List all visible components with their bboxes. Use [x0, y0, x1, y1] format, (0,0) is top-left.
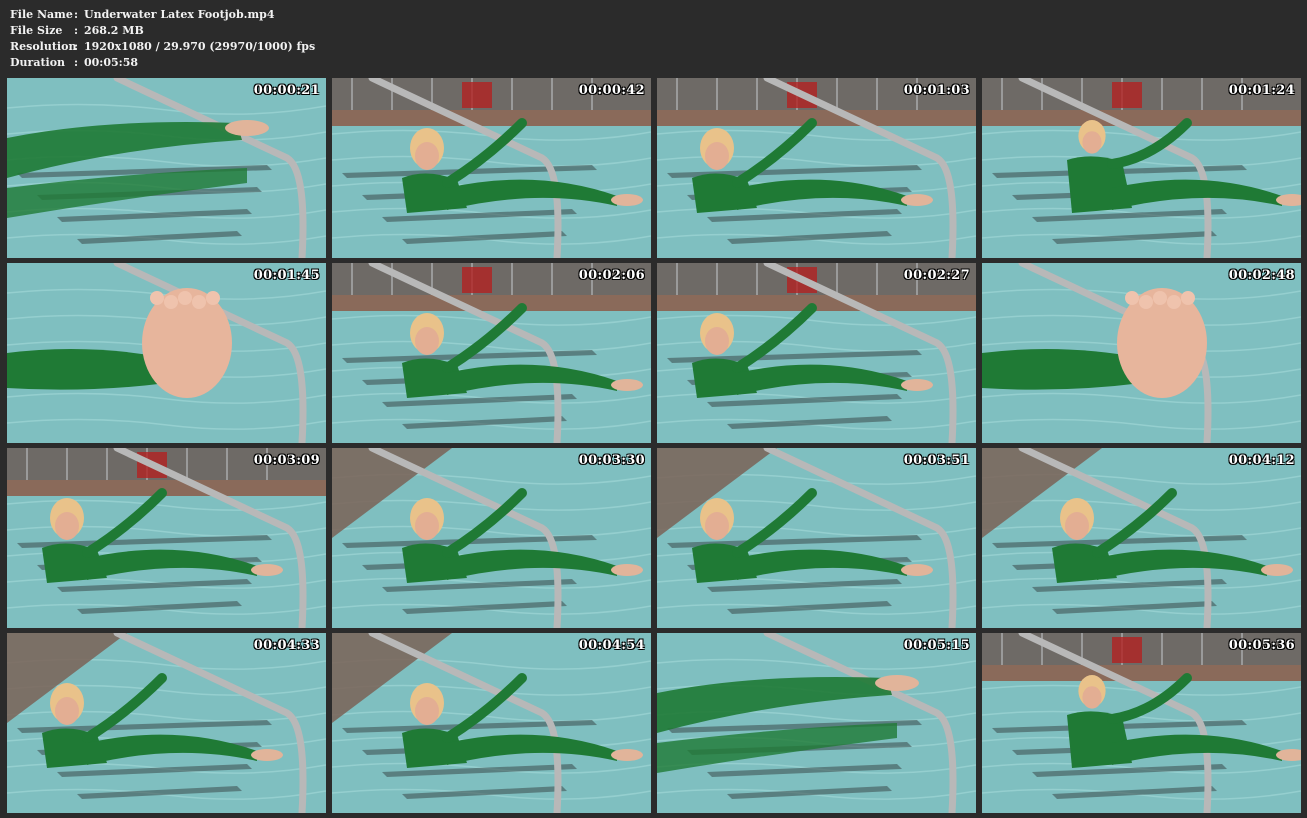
thumbnail-frame-image: [7, 633, 326, 813]
thumbnail-timestamp: 00:03:51: [903, 453, 970, 468]
thumbnail-frame-image: [332, 263, 651, 443]
video-thumbnail[interactable]: 00:04:54: [332, 633, 651, 813]
separator: :: [74, 24, 79, 37]
thumbnail-timestamp: 00:01:24: [1228, 83, 1295, 98]
file-info-panel: File Name : Underwater Latex Footjob.mp4…: [10, 7, 315, 71]
video-thumbnail[interactable]: 00:02:06: [332, 263, 651, 443]
file-name-value: Underwater Latex Footjob.mp4: [84, 8, 275, 21]
video-thumbnail[interactable]: 00:05:15: [657, 633, 976, 813]
resolution-label: Resolution: [10, 40, 77, 53]
duration-value: 00:05:58: [84, 56, 139, 69]
separator: :: [74, 56, 79, 69]
thumbnail-frame-image: [982, 78, 1301, 258]
thumbnail-timestamp: 00:04:12: [1228, 453, 1295, 468]
file-name-row: File Name : Underwater Latex Footjob.mp4: [10, 7, 315, 23]
thumbnail-timestamp: 00:03:09: [253, 453, 320, 468]
video-thumbnail[interactable]: 00:00:21: [7, 78, 326, 258]
thumbnail-timestamp: 00:00:42: [578, 83, 645, 98]
thumbnail-frame-image: [982, 448, 1301, 628]
thumbnail-frame-image: [7, 78, 326, 258]
thumbnail-frame-image: [657, 263, 976, 443]
resolution-value: 1920x1080 / 29.970 (29970/1000) fps: [84, 40, 316, 53]
thumbnail-frame-image: [657, 78, 976, 258]
thumbnail-timestamp: 00:04:33: [253, 638, 320, 653]
thumbnail-timestamp: 00:05:36: [1228, 638, 1295, 653]
thumbnail-grid: 00:00:21 00:00:42 00:01:03 00:01:24 00:01:45…: [7, 78, 1303, 813]
duration-row: Duration : 00:05:58: [10, 55, 315, 71]
file-size-value: 268.2 MB: [84, 24, 144, 37]
video-thumbnail[interactable]: 00:04:12: [982, 448, 1301, 628]
thumbnail-frame-image: [332, 448, 651, 628]
file-size-row: File Size : 268.2 MB: [10, 23, 315, 39]
duration-label: Duration: [10, 56, 66, 69]
thumbnail-timestamp: 00:03:30: [578, 453, 645, 468]
thumbnail-timestamp: 00:01:03: [903, 83, 970, 98]
resolution-row: Resolution : 1920x1080 / 29.970 (29970/1…: [10, 39, 315, 55]
thumbnail-frame-image: [982, 633, 1301, 813]
video-thumbnail[interactable]: 00:02:48: [982, 263, 1301, 443]
thumbnail-timestamp: 00:04:54: [578, 638, 645, 653]
video-thumbnail[interactable]: 00:03:09: [7, 448, 326, 628]
video-thumbnail[interactable]: 00:02:27: [657, 263, 976, 443]
video-thumbnail[interactable]: 00:03:30: [332, 448, 651, 628]
thumbnail-frame-image: [332, 633, 651, 813]
thumbnail-timestamp: 00:00:21: [253, 83, 320, 98]
separator: :: [74, 40, 79, 53]
thumbnail-timestamp: 00:02:48: [1228, 268, 1295, 283]
video-thumbnail[interactable]: 00:00:42: [332, 78, 651, 258]
video-thumbnail[interactable]: 00:01:24: [982, 78, 1301, 258]
thumbnail-frame-image: [982, 263, 1301, 443]
thumbnail-frame-image: [657, 448, 976, 628]
video-thumbnail[interactable]: 00:01:45: [7, 263, 326, 443]
thumbnail-frame-image: [7, 263, 326, 443]
thumbnail-timestamp: 00:02:06: [578, 268, 645, 283]
file-size-label: File Size: [10, 24, 63, 37]
video-thumbnail[interactable]: 00:05:36: [982, 633, 1301, 813]
thumbnail-frame-image: [332, 78, 651, 258]
thumbnail-timestamp: 00:02:27: [903, 268, 970, 283]
video-thumbnail[interactable]: 00:01:03: [657, 78, 976, 258]
separator: :: [74, 8, 79, 21]
thumbnail-frame-image: [7, 448, 326, 628]
video-thumbnail[interactable]: 00:04:33: [7, 633, 326, 813]
video-thumbnail[interactable]: 00:03:51: [657, 448, 976, 628]
thumbnail-timestamp: 00:01:45: [253, 268, 320, 283]
thumbnail-frame-image: [657, 633, 976, 813]
thumbnail-timestamp: 00:05:15: [903, 638, 970, 653]
file-name-label: File Name: [10, 8, 73, 21]
